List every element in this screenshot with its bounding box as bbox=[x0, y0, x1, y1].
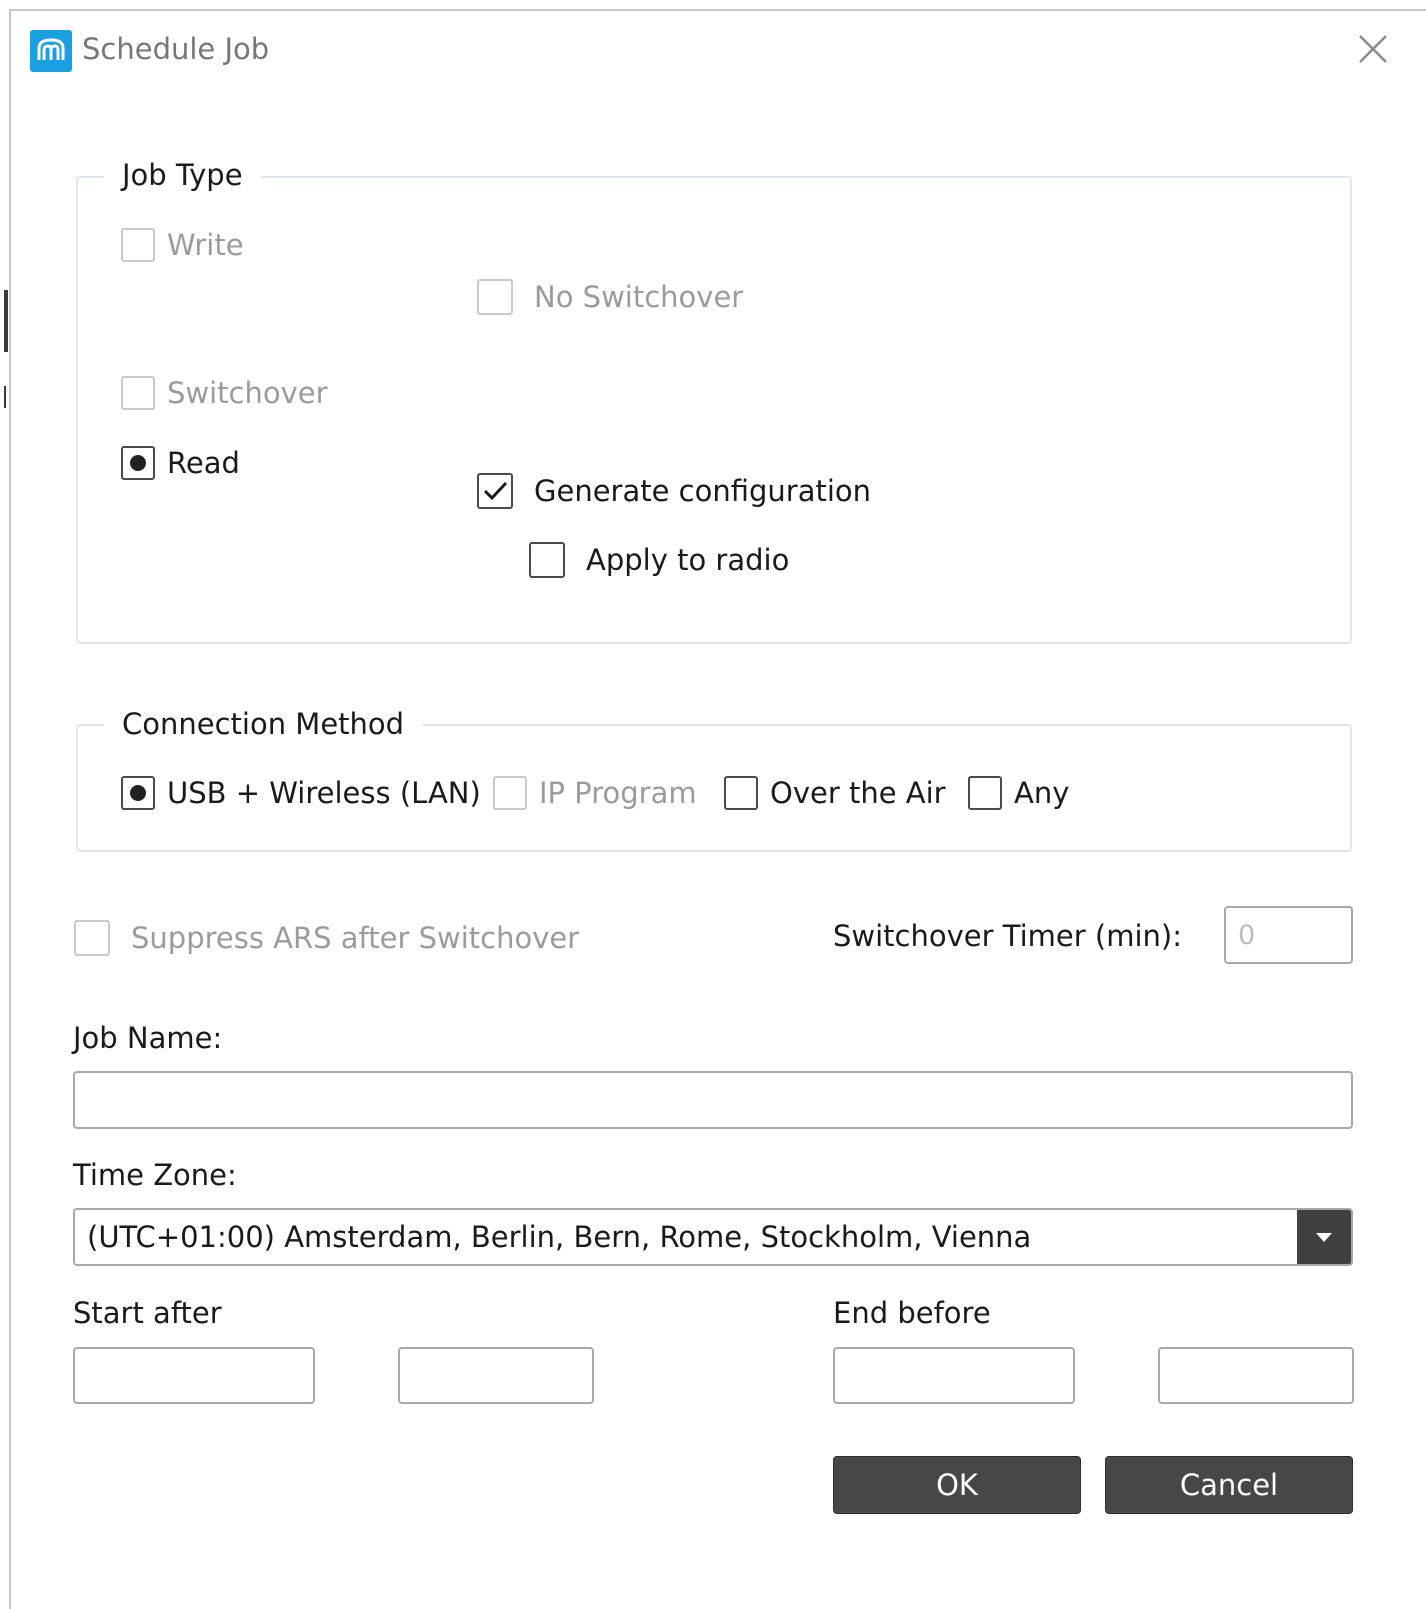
usb-wireless-label: USB + Wireless (LAN) bbox=[167, 776, 481, 810]
time-zone-select[interactable]: (UTC+01:00) Amsterdam, Berlin, Bern, Rom… bbox=[73, 1208, 1353, 1266]
app-logo-icon bbox=[30, 30, 72, 72]
generate-configuration-checkbox[interactable]: Generate configuration bbox=[477, 473, 871, 509]
read-option-dot bbox=[130, 455, 146, 471]
suppress-ars-checkbox-box bbox=[74, 920, 110, 956]
time-zone-label: Time Zone: bbox=[73, 1158, 237, 1192]
switchover-checkbox[interactable]: Switchover bbox=[121, 375, 328, 411]
ip-program-checkbox[interactable]: IP Program bbox=[493, 775, 697, 811]
start-after-date-input[interactable] bbox=[73, 1347, 315, 1404]
time-zone-value: (UTC+01:00) Amsterdam, Berlin, Bern, Rom… bbox=[87, 1220, 1032, 1254]
usb-wireless-option-box bbox=[121, 776, 155, 810]
no-switchover-checkbox-box bbox=[477, 279, 513, 315]
close-icon bbox=[1359, 35, 1387, 63]
any-checkbox[interactable]: Any bbox=[968, 775, 1069, 811]
ip-program-label: IP Program bbox=[539, 776, 697, 810]
any-checkbox-box bbox=[968, 776, 1002, 810]
switchover-checkbox-box bbox=[121, 376, 155, 410]
generate-configuration-label: Generate configuration bbox=[534, 474, 872, 508]
time-zone-dropdown-button[interactable] bbox=[1297, 1210, 1351, 1264]
usb-wireless-option-dot bbox=[130, 785, 146, 801]
job-type-group-label: Job Type bbox=[104, 155, 261, 195]
write-checkbox[interactable]: Write bbox=[121, 227, 244, 263]
end-before-date-input[interactable] bbox=[833, 1347, 1075, 1404]
job-name-label: Job Name: bbox=[73, 1021, 223, 1055]
switchover-timer-input[interactable] bbox=[1224, 906, 1353, 964]
usb-wireless-option[interactable]: USB + Wireless (LAN) bbox=[121, 775, 481, 811]
close-button[interactable] bbox=[1352, 30, 1392, 70]
background-window-edge bbox=[4, 290, 8, 352]
job-name-input[interactable] bbox=[73, 1071, 1353, 1129]
switchover-label: Switchover bbox=[167, 376, 328, 410]
ok-button[interactable]: OK bbox=[833, 1456, 1081, 1514]
apply-to-radio-checkbox-box bbox=[529, 542, 565, 578]
end-before-label: End before bbox=[833, 1296, 991, 1330]
start-after-label: Start after bbox=[73, 1296, 222, 1330]
end-before-time-input[interactable] bbox=[1158, 1347, 1354, 1404]
write-label: Write bbox=[167, 228, 244, 262]
apply-to-radio-label: Apply to radio bbox=[586, 543, 790, 577]
cancel-button[interactable]: Cancel bbox=[1105, 1456, 1353, 1514]
checkmark-icon bbox=[483, 481, 508, 501]
apply-to-radio-checkbox[interactable]: Apply to radio bbox=[529, 542, 789, 578]
read-label: Read bbox=[167, 446, 240, 480]
suppress-ars-checkbox[interactable]: Suppress ARS after Switchover bbox=[74, 920, 579, 956]
background-window-edge-lower bbox=[4, 386, 6, 408]
connection-method-group-label: Connection Method bbox=[104, 704, 423, 744]
chevron-down-icon bbox=[1316, 1233, 1332, 1242]
read-option-box bbox=[121, 446, 155, 480]
no-switchover-checkbox[interactable]: No Switchover bbox=[477, 279, 743, 315]
suppress-ars-label: Suppress ARS after Switchover bbox=[131, 921, 580, 955]
ip-program-checkbox-box bbox=[493, 776, 527, 810]
over-the-air-checkbox[interactable]: Over the Air bbox=[724, 775, 946, 811]
window-title: Schedule Job bbox=[82, 32, 270, 66]
no-switchover-label: No Switchover bbox=[534, 280, 744, 314]
any-label: Any bbox=[1014, 776, 1070, 810]
generate-configuration-checkbox-box bbox=[477, 473, 513, 509]
over-the-air-checkbox-box bbox=[724, 776, 758, 810]
over-the-air-label: Over the Air bbox=[770, 776, 946, 810]
start-after-time-input[interactable] bbox=[398, 1347, 594, 1404]
read-option[interactable]: Read bbox=[121, 445, 240, 481]
write-checkbox-box bbox=[121, 228, 155, 262]
switchover-timer-label: Switchover Timer (min): bbox=[833, 919, 1182, 953]
